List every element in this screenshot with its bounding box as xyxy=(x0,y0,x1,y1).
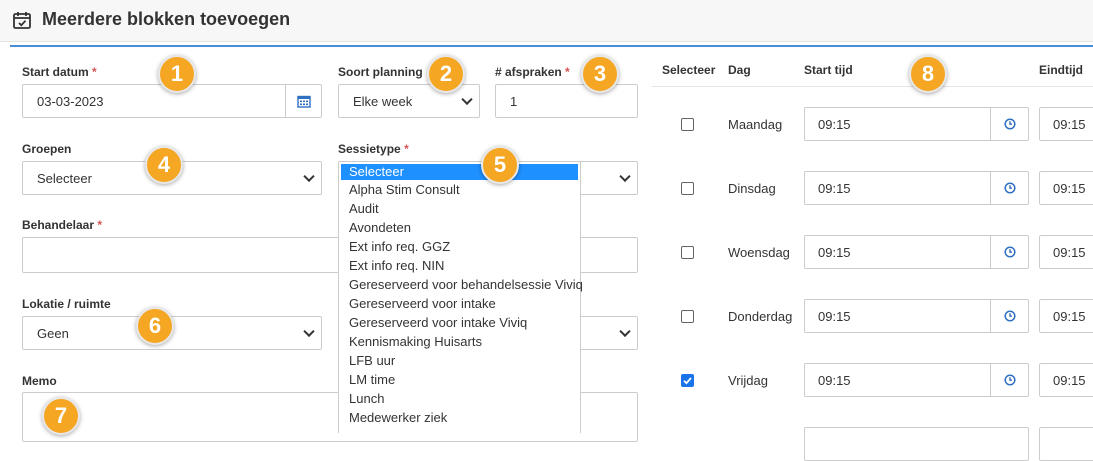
chevron-down-icon xyxy=(303,170,315,183)
dropdown-option[interactable]: Ext info req. GGZ xyxy=(339,237,580,256)
dropdown-option[interactable]: Gereserveerd voor intake Viviq xyxy=(339,313,580,332)
lokatie-label: Lokatie / ruimte xyxy=(22,297,111,311)
clock-icon xyxy=(1003,374,1016,386)
memo-label: Memo xyxy=(22,374,57,388)
afspraken-value: 1 xyxy=(510,93,518,109)
col-header-start: Start tijd xyxy=(804,63,853,77)
day-label: Dinsdag xyxy=(728,181,776,196)
dropdown-option[interactable]: Lunch xyxy=(339,389,580,408)
clock-button[interactable] xyxy=(990,108,1028,140)
end-time-input[interactable]: 09:15 xyxy=(1039,235,1093,269)
end-time-input[interactable]: 09:15 xyxy=(1039,363,1093,397)
col-header-day: Dag xyxy=(728,63,751,77)
calendar-check-icon xyxy=(13,12,31,29)
start-time-input[interactable]: 09:15 xyxy=(804,235,1029,269)
annotation-badge-7: 7 xyxy=(42,397,80,435)
day-label: Vrijdag xyxy=(728,373,768,388)
annotation-badge-1: 1 xyxy=(158,55,196,93)
start-time-input[interactable]: 09:15 xyxy=(804,299,1029,333)
clock-button[interactable] xyxy=(990,364,1028,396)
groepen-value: Selecteer xyxy=(37,170,92,186)
dropdown-option[interactable]: Gereserveerd voor behandelsessie Viviq xyxy=(339,275,583,294)
day-label: Woensdag xyxy=(728,245,790,260)
soort-planning-value: Elke week xyxy=(353,93,413,109)
row-checkbox[interactable] xyxy=(681,246,694,259)
row-checkbox[interactable] xyxy=(681,182,694,195)
start-datum-label: Start datum * xyxy=(22,65,97,79)
start-time-input[interactable] xyxy=(804,427,1029,461)
dropdown-option[interactable]: Gereserveerd voor intake xyxy=(339,294,580,313)
page-header: Meerdere blokken toevoegen xyxy=(0,0,1093,42)
annotation-badge-4: 4 xyxy=(145,146,183,184)
lokatie-value: Geen xyxy=(37,325,69,341)
dropdown-option[interactable]: Selecteer xyxy=(341,164,578,180)
soort-planning-label: Soort planning xyxy=(338,65,423,79)
end-time-input[interactable]: 09:15 xyxy=(1039,299,1093,333)
dropdown-option[interactable]: LFB uur xyxy=(339,351,580,370)
end-time-input[interactable]: 09:15 xyxy=(1039,171,1093,205)
clock-icon xyxy=(1003,310,1016,322)
col-header-end: Eindtijd xyxy=(1039,63,1083,77)
annotation-badge-3: 3 xyxy=(581,55,619,93)
annotation-badge-6: 6 xyxy=(136,307,174,345)
dropdown-option[interactable]: Medewerker ziek xyxy=(339,408,580,427)
dropdown-option[interactable]: Alpha Stim Consult xyxy=(339,180,580,199)
clock-icon xyxy=(1003,246,1016,258)
afspraken-input[interactable]: 1 xyxy=(495,84,638,118)
dropdown-option[interactable]: Kennismaking Huisarts xyxy=(339,332,580,351)
soort-planning-select[interactable]: Elke week xyxy=(338,84,480,118)
clock-button[interactable] xyxy=(990,300,1028,332)
dropdown-option[interactable]: Ext info req. NIN xyxy=(339,256,580,275)
afspraken-label: # afspraken * xyxy=(495,65,570,79)
sessietype-dropdown[interactable]: Selecteer Alpha Stim Consult Audit Avond… xyxy=(338,162,583,433)
start-datum-value: 03-03-2023 xyxy=(37,93,104,109)
end-time-input[interactable]: 09:15 xyxy=(1039,107,1093,141)
start-time-input[interactable]: 09:15 xyxy=(804,107,1029,141)
chevron-down-icon xyxy=(619,325,631,338)
chevron-down-icon xyxy=(619,170,631,183)
behandelaar-label: Behandelaar * xyxy=(22,218,103,232)
row-checkbox[interactable] xyxy=(681,118,694,131)
end-time-input[interactable] xyxy=(1039,427,1093,461)
day-label: Maandag xyxy=(728,117,783,132)
start-time-input[interactable]: 09:15 xyxy=(804,363,1029,397)
annotation-badge-8: 8 xyxy=(909,55,947,93)
chevron-down-icon xyxy=(461,93,473,106)
col-header-select: Selecteer xyxy=(662,63,716,77)
clock-icon xyxy=(1003,118,1016,130)
dropdown-option[interactable]: LM time xyxy=(339,370,580,389)
annotation-badge-2: 2 xyxy=(427,55,465,93)
sessietype-label: Sessietype * xyxy=(338,142,409,156)
row-checkbox[interactable] xyxy=(681,310,694,323)
clock-button[interactable] xyxy=(990,172,1028,204)
day-label: Donderdag xyxy=(728,309,793,324)
annotation-badge-5: 5 xyxy=(481,146,519,184)
calendar-icon xyxy=(296,95,311,108)
check-icon xyxy=(683,377,692,385)
page-title: Meerdere blokken toevoegen xyxy=(42,9,291,29)
datepicker-button[interactable] xyxy=(285,85,321,117)
row-checkbox-checked[interactable] xyxy=(681,374,694,387)
chevron-down-icon xyxy=(303,325,315,338)
clock-button[interactable] xyxy=(990,236,1028,268)
groepen-label: Groepen xyxy=(22,142,72,156)
start-time-input[interactable]: 09:15 xyxy=(804,171,1029,205)
dropdown-option[interactable]: Avondeten xyxy=(339,218,580,237)
clock-icon xyxy=(1003,182,1016,194)
dropdown-option[interactable]: Audit xyxy=(339,199,580,218)
table-divider xyxy=(652,86,1093,87)
